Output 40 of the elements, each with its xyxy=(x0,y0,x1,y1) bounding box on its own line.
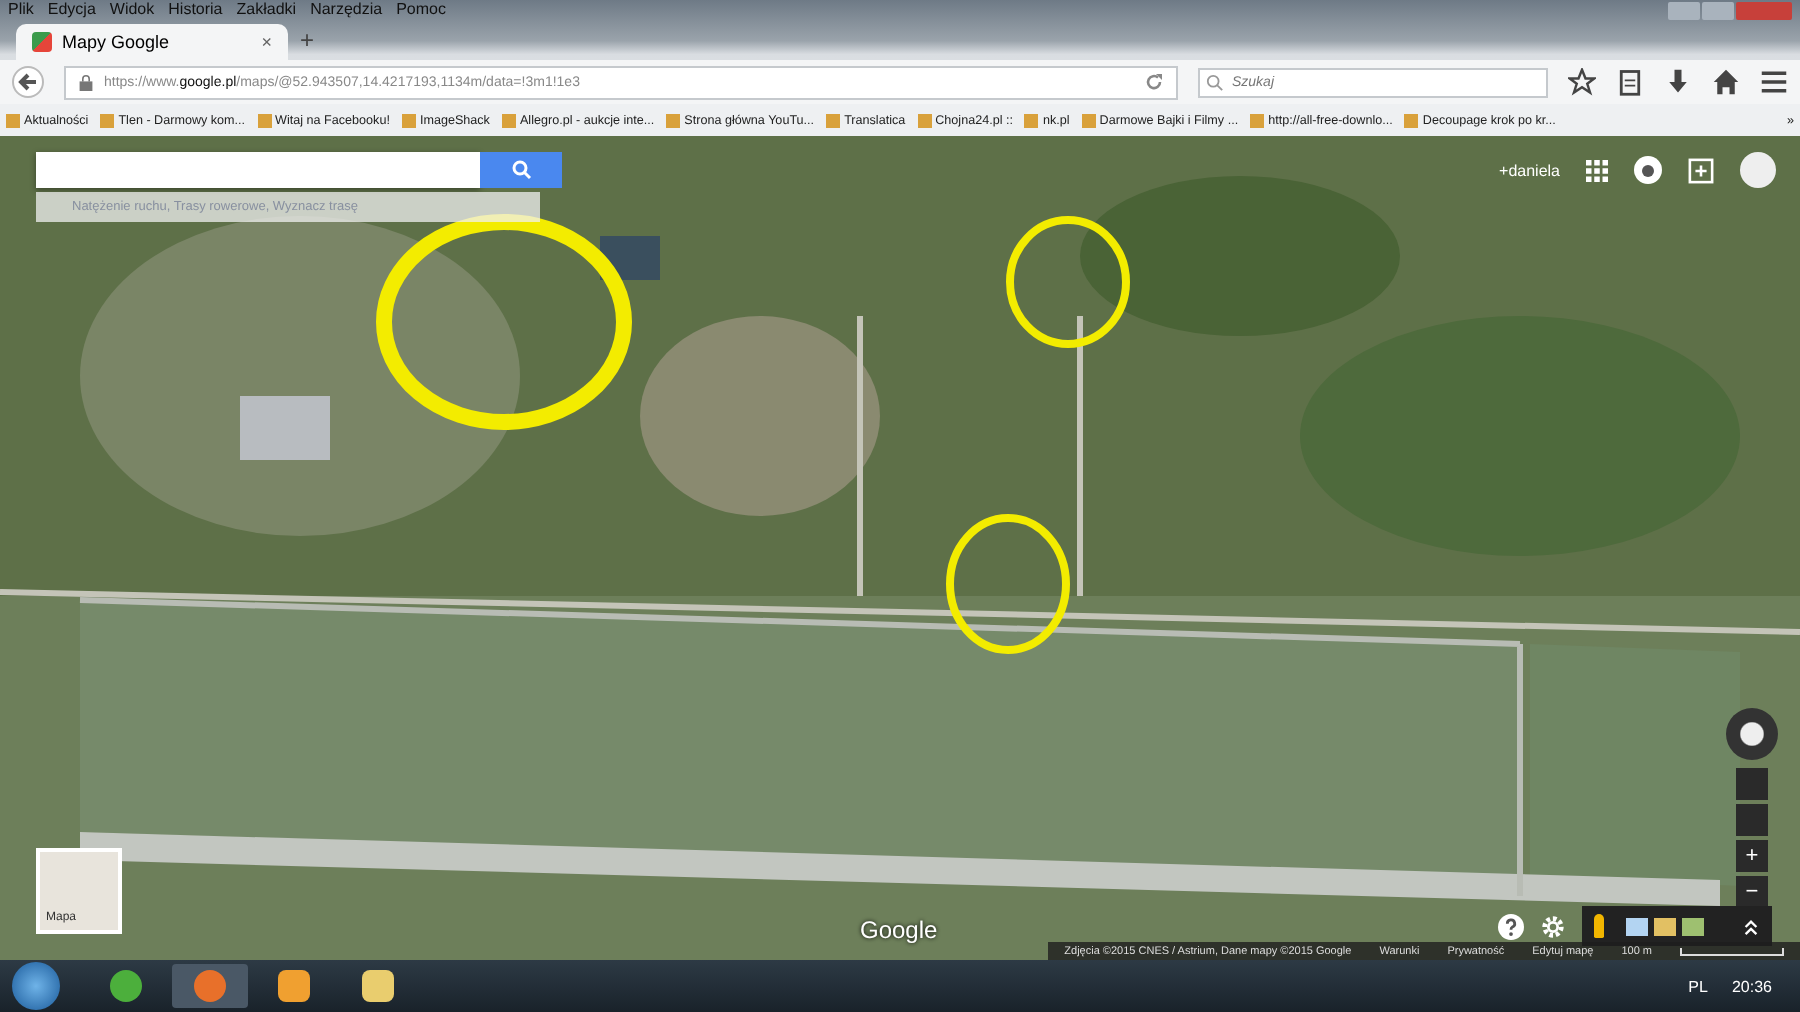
menu-item[interactable]: Zakładki xyxy=(236,0,297,20)
download-icon[interactable] xyxy=(1664,68,1692,96)
reload-icon[interactable] xyxy=(1144,72,1164,92)
help-icon[interactable] xyxy=(1498,913,1524,939)
menu-icon[interactable] xyxy=(1760,68,1788,96)
pegman-icon[interactable] xyxy=(1594,914,1604,938)
lock-icon xyxy=(78,73,94,91)
tab-close-button[interactable]: × xyxy=(261,32,272,52)
map-search-field[interactable] xyxy=(36,152,480,188)
notification-icon[interactable] xyxy=(1634,156,1662,184)
menu-item[interactable]: Historia xyxy=(168,0,223,20)
search-button[interactable] xyxy=(480,152,562,188)
search-icon xyxy=(1206,73,1224,91)
zoom-in-button[interactable]: + xyxy=(1736,840,1768,872)
user-link[interactable]: +daniela xyxy=(1499,161,1560,179)
clock-text[interactable]: 20:36 xyxy=(1731,977,1772,995)
zoom-out-button[interactable]: − xyxy=(1736,876,1768,908)
add-square-icon[interactable] xyxy=(1688,157,1714,183)
new-tab-button[interactable]: + xyxy=(300,26,315,60)
home-icon[interactable] xyxy=(1712,68,1740,96)
star-icon[interactable] xyxy=(1568,68,1596,96)
menu-item[interactable]: Pomoc xyxy=(396,0,446,20)
google-logo: Google xyxy=(860,916,938,944)
search-icon xyxy=(511,160,531,180)
apps-grid-icon[interactable] xyxy=(1586,159,1608,181)
menu-item[interactable]: Widok xyxy=(109,0,155,20)
settings-icon[interactable] xyxy=(1540,913,1566,939)
layer-thumbnail[interactable] xyxy=(1654,917,1676,935)
scale-bar xyxy=(1680,947,1784,955)
language-indicator[interactable]: PL xyxy=(1688,977,1708,995)
start-button[interactable] xyxy=(12,962,60,1010)
tab-title: Mapy Google xyxy=(62,32,170,52)
menu-item[interactable]: Plik xyxy=(8,0,34,20)
layer-thumbnail[interactable] xyxy=(1682,917,1704,935)
layer-thumbnail[interactable] xyxy=(1626,917,1648,935)
menu-item[interactable]: Narzędzia xyxy=(310,0,383,20)
menu-item[interactable]: Edycja xyxy=(47,0,96,20)
browser-tab[interactable]: Mapy Google × xyxy=(16,24,288,60)
expand-up-icon[interactable] xyxy=(1742,917,1760,935)
clipboard-icon[interactable] xyxy=(1616,68,1644,96)
